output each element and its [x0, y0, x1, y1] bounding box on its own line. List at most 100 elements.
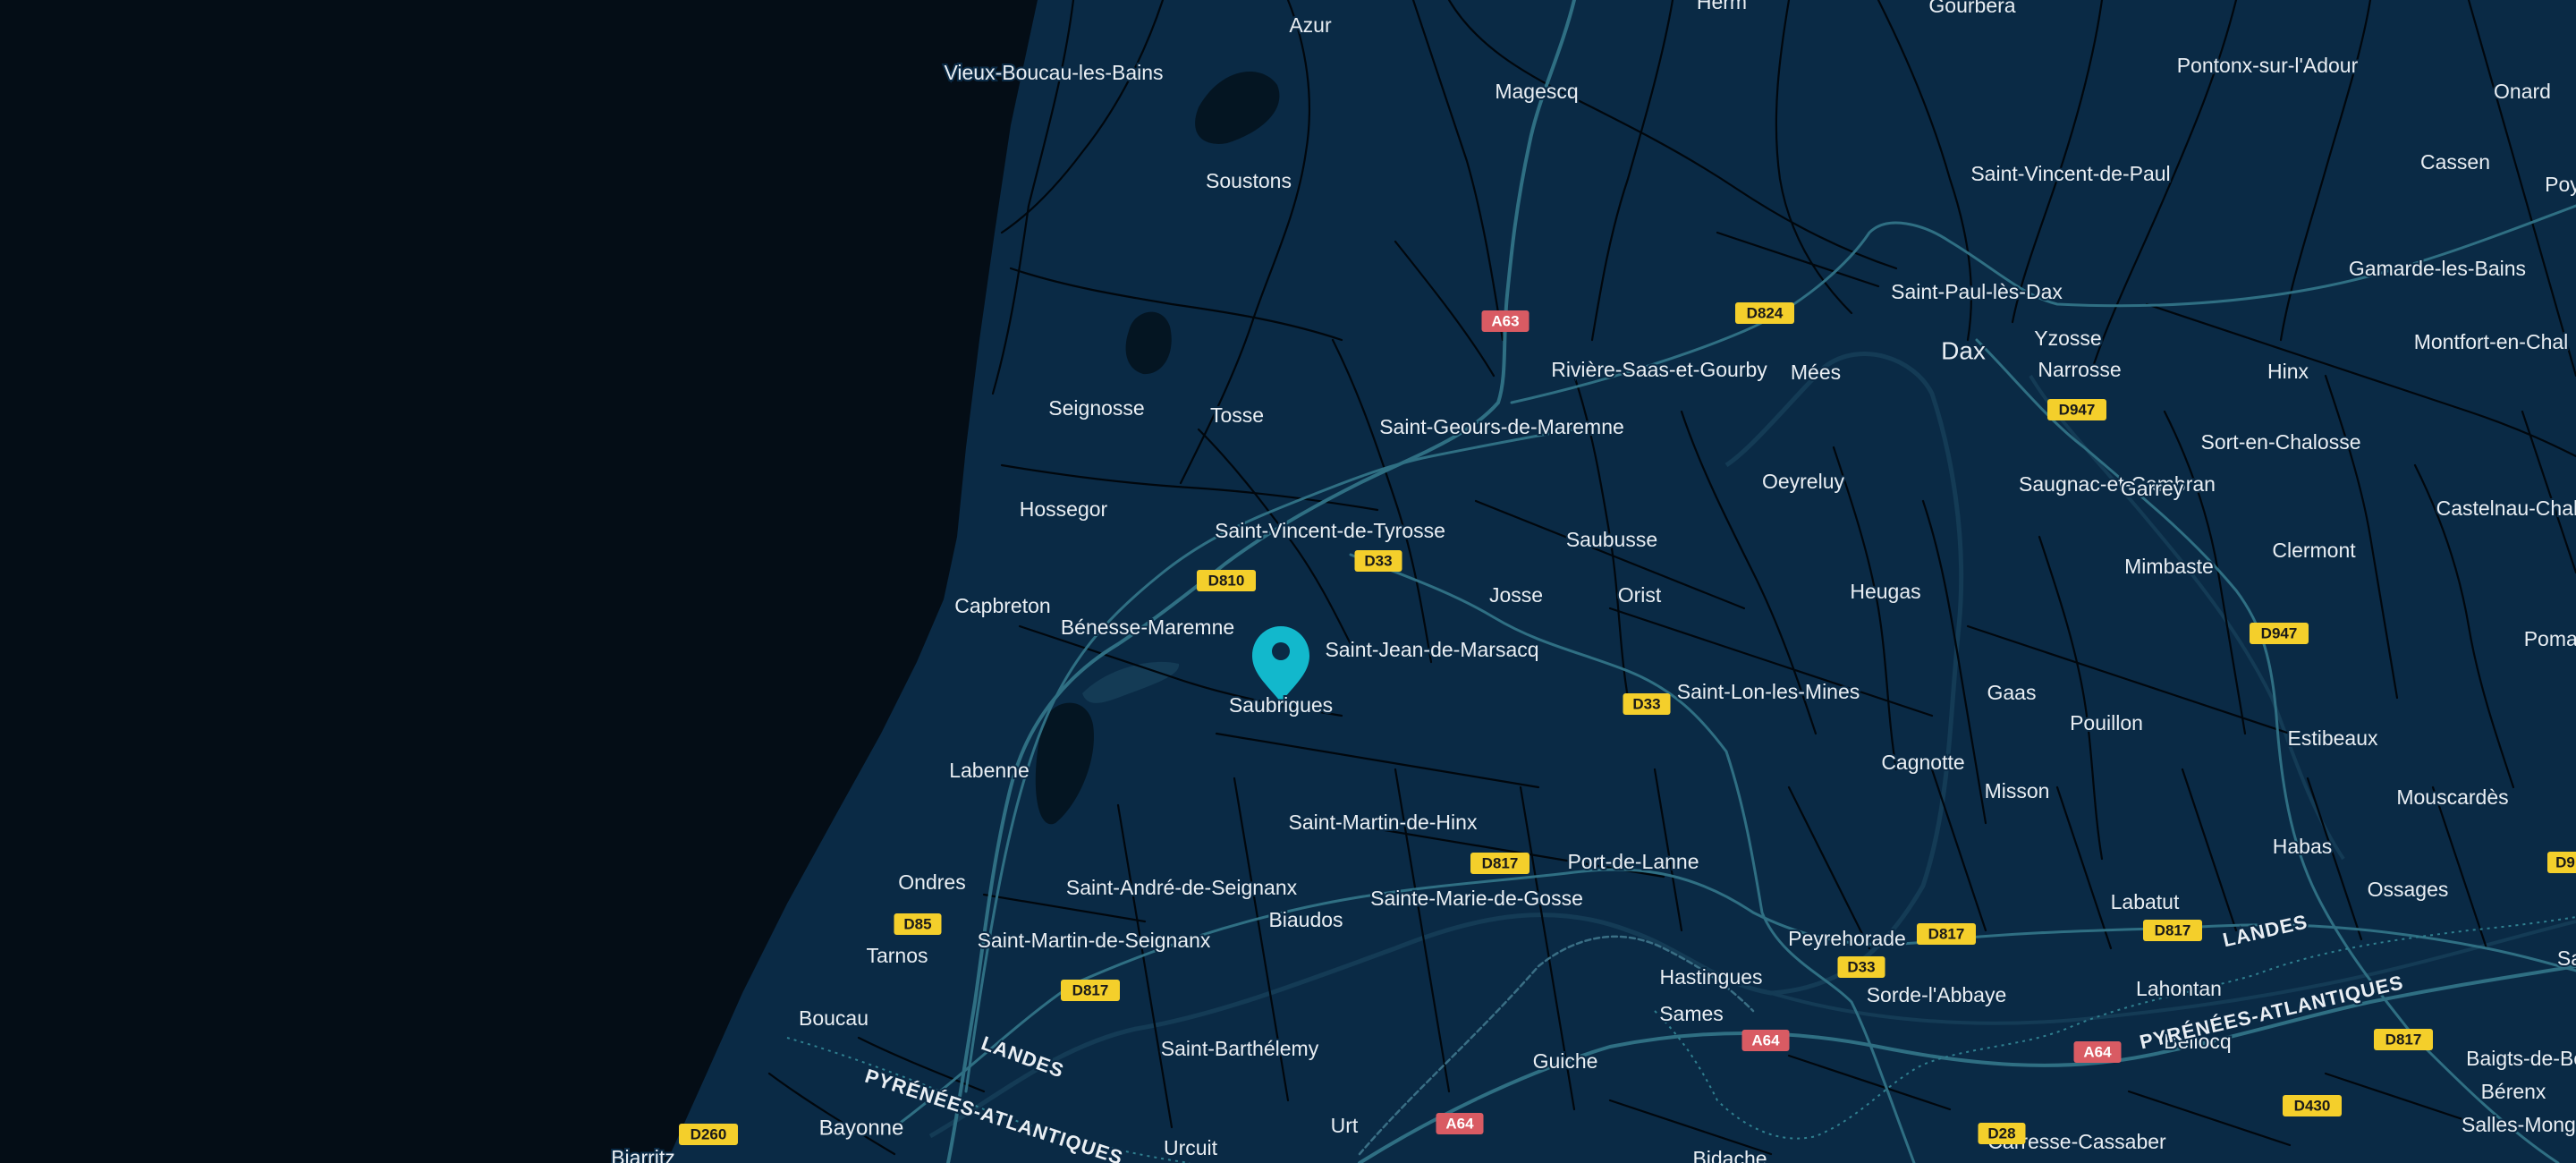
road-shield-label: D85: [903, 916, 931, 933]
road-shield: D430: [2283, 1095, 2342, 1116]
place-label[interactable]: Saint-André-de-Seignanx: [1064, 874, 1300, 901]
road-shield: D810: [1197, 570, 1256, 591]
place-label[interactable]: Sames: [1657, 1000, 1725, 1027]
road-shield: D85: [894, 913, 942, 935]
place-label[interactable]: Seignosse: [1046, 395, 1146, 421]
pin-label[interactable]: Saubrigues: [1227, 692, 1335, 718]
place-label[interactable]: Saint-Vincent-de-Paul: [1969, 160, 2172, 187]
place-label[interactable]: Gamarde-les-Bains: [2347, 255, 2528, 282]
place-label[interactable]: Saint-Lon-les-Mines: [1675, 678, 1862, 705]
place-label[interactable]: Capbreton: [953, 592, 1052, 619]
place-label[interactable]: Bayonne: [818, 1114, 906, 1142]
place-label[interactable]: Saint-Martin-de-Hinx: [1287, 809, 1479, 836]
place-label[interactable]: Boucau: [797, 1005, 870, 1031]
place-label[interactable]: Estibeaux: [2285, 725, 2380, 751]
place-label[interactable]: Garrey: [2119, 475, 2186, 502]
place-label[interactable]: Magescq: [1493, 78, 1580, 105]
road-shield: A64: [1436, 1113, 1484, 1134]
place-label[interactable]: Castelnau-Chalos: [2435, 495, 2576, 522]
place-label[interactable]: Orist: [1616, 582, 1664, 608]
place-label[interactable]: Josse: [1487, 582, 1545, 608]
road-shield-label: A64: [2083, 1044, 2112, 1061]
place-label[interactable]: Vieux-Boucau-les-Bains: [942, 59, 1165, 86]
place-label[interactable]: Hinx: [2266, 358, 2311, 385]
place-label[interactable]: Saugnac-et-Cambran: [2017, 471, 2217, 497]
place-label[interactable]: Baigts-de-Béa: [2464, 1045, 2576, 1072]
road-shield: D28: [1978, 1123, 2026, 1144]
place-label[interactable]: Port-de-Lanne: [1565, 848, 1700, 875]
place-label[interactable]: Pouillon: [2068, 709, 2145, 736]
place-label[interactable]: Herm: [1695, 0, 1749, 15]
place-label[interactable]: Sorde-l'Abbaye: [1865, 981, 2009, 1008]
map-view[interactable]: Herm Gourbera Azur Pontonx-sur-l'Adour Onard…: [0, 0, 2576, 1163]
place-label[interactable]: Ossages: [2366, 876, 2451, 903]
place-label[interactable]: Saint-Martin-de-Seignanx: [976, 927, 1213, 954]
place-label[interactable]: Saubusse: [1564, 526, 1659, 553]
place-label[interactable]: Bérenx: [2479, 1078, 2548, 1105]
road-shield: D33: [1354, 550, 1402, 572]
road-shield-label: A64: [1751, 1032, 1780, 1049]
road-shield-label: D33: [1847, 959, 1875, 976]
road-shield: D33: [1623, 693, 1671, 715]
place-label[interactable]: Sainte-Marie-de-Gosse: [1368, 885, 1585, 912]
place-label[interactable]: Saint-Jean-de-Marsacq: [1323, 636, 1540, 663]
place-label[interactable]: Pomare: [2522, 625, 2576, 652]
road-shield: D824: [1735, 302, 1794, 324]
place-label[interactable]: Mées: [1789, 359, 1843, 386]
place-label[interactable]: Labenne: [947, 757, 1031, 784]
place-label[interactable]: Habas: [2271, 833, 2334, 860]
place-label[interactable]: Saint-Vincent-de-Tyrosse: [1213, 517, 1447, 544]
road-shield: D817: [2143, 920, 2202, 941]
place-label[interactable]: Montfort-en-Chal: [2412, 328, 2571, 355]
place-label[interactable]: Saint-Geours-de-Maremne: [1377, 413, 1626, 440]
place-label[interactable]: Mimbaste: [2123, 553, 2216, 580]
road-shield: A63: [1481, 310, 1530, 332]
place-label[interactable]: Oeyreluy: [1760, 468, 1847, 495]
place-label[interactable]: Pontonx-sur-l'Adour: [2175, 52, 2360, 79]
place-label[interactable]: Poy: [2543, 171, 2576, 198]
place-label[interactable]: Onard: [2492, 78, 2553, 105]
place-label[interactable]: Labatut: [2109, 888, 2182, 915]
place-label[interactable]: Saint-Paul-lès-Dax: [1889, 278, 2064, 305]
place-label[interactable]: Bénesse-Maremne: [1059, 614, 1236, 641]
place-label[interactable]: Ondres: [896, 869, 967, 896]
place-label[interactable]: Cagnotte: [1879, 749, 1966, 776]
place-label[interactable]: Mouscardès: [2394, 784, 2510, 811]
road-shield-label: D430: [2294, 1098, 2331, 1115]
road-shield: D260: [679, 1124, 738, 1145]
place-label[interactable]: Yzosse: [2032, 325, 2103, 352]
place-label[interactable]: Clermont: [2270, 537, 2358, 564]
place-label[interactable]: Urcuit: [1162, 1134, 1220, 1161]
place-label[interactable]: Dax: [1939, 335, 1987, 366]
place-label[interactable]: Rivière-Saas-et-Gourby: [1549, 356, 1769, 383]
place-label[interactable]: Saint-Barthélemy: [1159, 1035, 1321, 1062]
place-label[interactable]: Azur: [1287, 12, 1334, 38]
place-label[interactable]: Gourbera: [1927, 0, 2017, 19]
place-label[interactable]: Tarnos: [864, 942, 929, 969]
place-label[interactable]: Biarritz: [609, 1144, 677, 1163]
place-label[interactable]: Hossegor: [1018, 496, 1110, 522]
place-label[interactable]: Gaas: [1986, 679, 2038, 706]
road-shield: D947: [2250, 623, 2309, 644]
place-label[interactable]: Bidache: [1690, 1145, 1768, 1163]
place-label[interactable]: Misson: [1983, 777, 2052, 804]
place-label[interactable]: Hastingues: [1657, 964, 1764, 990]
road-shield-label: A64: [1445, 1116, 1474, 1133]
place-label[interactable]: Cassen: [2419, 149, 2492, 175]
place-label[interactable]: Salles-Mongisc: [2460, 1111, 2576, 1138]
place-label[interactable]: Guiche: [1531, 1048, 1600, 1074]
road-shield-label: D817: [1928, 926, 1965, 943]
place-label[interactable]: Biaudos: [1267, 906, 1344, 933]
place-label[interactable]: Urt: [1329, 1112, 1360, 1139]
road-shield-label: D810: [1208, 573, 1245, 590]
place-label[interactable]: Soustons: [1204, 167, 1293, 194]
map-canvas[interactable]: Herm Gourbera Azur Pontonx-sur-l'Adour Onard…: [0, 0, 2576, 1163]
place-label[interactable]: Sa: [2555, 945, 2576, 972]
place-label[interactable]: Peyrehorade: [1786, 925, 1908, 952]
place-label[interactable]: Sort-en-Chalosse: [2199, 429, 2363, 455]
place-label[interactable]: Heugas: [1848, 578, 1922, 605]
place-label[interactable]: Tosse: [1208, 402, 1266, 429]
place-label[interactable]: Lahontan: [2134, 975, 2224, 1002]
place-label[interactable]: Narrosse: [2036, 356, 2123, 383]
road-shield-label: D817: [2385, 1031, 2422, 1048]
